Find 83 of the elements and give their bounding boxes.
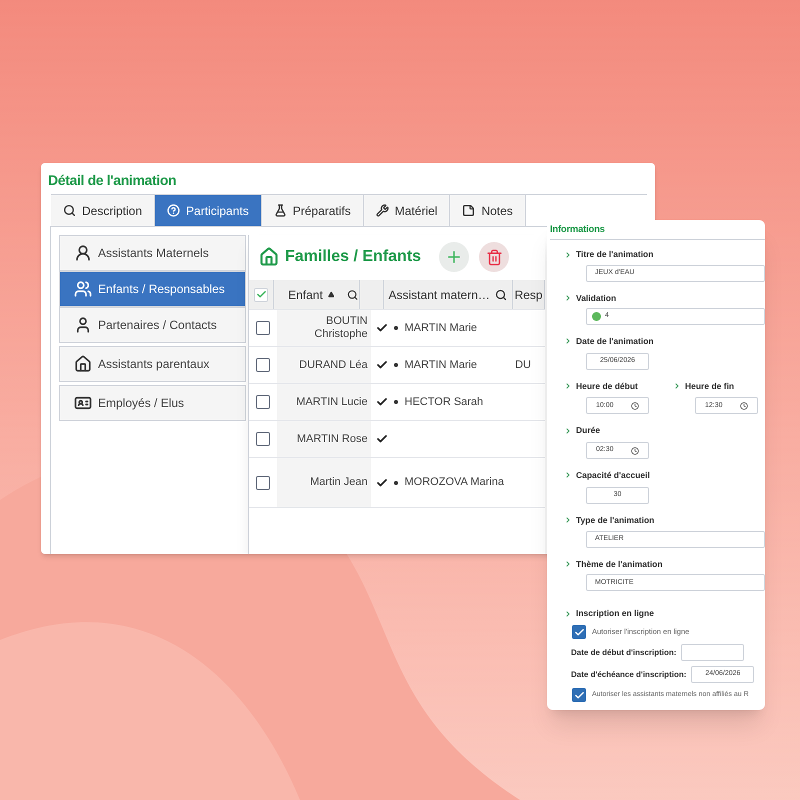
bullet-icon	[394, 363, 398, 367]
trash-icon	[486, 248, 503, 266]
chevron-icon	[564, 382, 572, 390]
field-label: Capacité d'accueil	[576, 469, 650, 482]
clock-icon	[631, 402, 639, 410]
field-label: Validation	[576, 292, 616, 305]
house-icon	[259, 247, 279, 267]
checkbox[interactable]	[256, 321, 270, 335]
field-label: Durée	[576, 424, 600, 437]
checkbox[interactable]	[256, 432, 270, 446]
tab[interactable]: Description	[51, 195, 156, 226]
table-cell: BOUTIN Christophe	[276, 310, 371, 346]
sort-icon	[328, 291, 334, 298]
field-label: Heure de fin	[685, 380, 734, 392]
delete-button[interactable]	[479, 242, 510, 272]
table-cell-text: MOROZOVA Marina	[404, 475, 504, 490]
column-header[interactable]: Enfant	[274, 280, 360, 309]
panel-title: Familles / Enfants	[285, 247, 422, 267]
window-title: Détail de l'animation	[48, 172, 178, 188]
checkbox[interactable]	[256, 476, 270, 490]
wrench-icon	[376, 204, 389, 217]
sidebar-item[interactable]: Employés / Elus	[59, 385, 246, 421]
tab[interactable]: Notes	[450, 195, 526, 226]
table-cell-text: MARTIN Marie	[404, 358, 478, 373]
checkbox[interactable]	[256, 395, 270, 409]
field-label: Heure de début	[576, 380, 638, 392]
clock-icon	[740, 402, 748, 410]
column-header[interactable]: Resp	[512, 280, 545, 309]
tab[interactable]: Préparatifs	[262, 195, 364, 226]
field-label: Inscription en ligne	[576, 607, 654, 620]
checkbox[interactable]	[572, 688, 586, 702]
person-icon	[74, 244, 92, 262]
bullet-icon	[394, 480, 398, 484]
check-icon	[574, 690, 584, 700]
sidebar-item[interactable]: Enfants / Responsables	[59, 271, 246, 307]
field-label: Date de début d'inscription:	[571, 646, 676, 658]
chevron-icon	[673, 382, 681, 390]
field-label: Date d'échéance d'inscription:	[571, 668, 686, 680]
help-icon	[167, 204, 180, 217]
flask-icon	[274, 204, 287, 217]
tab[interactable]: Matériel	[364, 195, 450, 226]
field-label: Titre de l'animation	[576, 248, 654, 261]
tab[interactable]: Participants	[155, 195, 262, 226]
chevron-icon	[564, 294, 572, 302]
field-label: Date de l'animation	[576, 334, 654, 348]
table-cell: MARTIN Rose	[276, 421, 371, 457]
table-cell-text: DU	[515, 358, 531, 373]
sidebar-item[interactable]: Assistants Maternels	[59, 235, 246, 271]
chevron-icon	[564, 516, 572, 524]
table-cell: MARTIN Lucie	[276, 384, 371, 420]
table-cell-text: MARTIN Marie	[404, 320, 478, 336]
field-label: Type de l'animation	[576, 514, 654, 526]
input-field[interactable]	[681, 644, 744, 661]
add-button[interactable]	[439, 242, 470, 272]
chevron-icon	[564, 471, 572, 480]
id-card-icon	[74, 394, 92, 412]
chevron-icon	[564, 610, 572, 618]
clock-icon	[631, 446, 639, 454]
check-icon	[256, 289, 267, 300]
checkbox[interactable]	[572, 625, 586, 639]
search-icon	[347, 288, 358, 300]
check-icon	[574, 626, 584, 638]
panel-title: Informations	[550, 223, 606, 237]
person-icon	[74, 316, 92, 334]
table-cell-text: HECTOR Sarah	[404, 394, 484, 410]
table-cell: DURAND Léa	[276, 347, 371, 383]
chevron-icon	[564, 337, 572, 346]
sidebar-item[interactable]: Partenaires / Contacts	[59, 307, 246, 343]
checkbox[interactable]	[256, 358, 270, 372]
people-icon	[74, 280, 92, 298]
column-header[interactable]: Assistant matern…	[382, 280, 513, 309]
search-icon	[63, 204, 76, 217]
search-icon	[494, 288, 507, 300]
sidebar-item[interactable]: Assistants parentaux	[59, 346, 246, 382]
chevron-icon	[564, 560, 572, 568]
field-label: Thème de l'animation	[576, 558, 663, 570]
bullet-icon	[394, 326, 398, 330]
table-cell: Martin Jean	[276, 458, 371, 507]
note-icon	[462, 204, 476, 217]
chevron-icon	[564, 426, 572, 435]
chevron-icon	[564, 250, 572, 259]
bullet-icon	[394, 400, 398, 404]
house-icon	[74, 355, 92, 373]
